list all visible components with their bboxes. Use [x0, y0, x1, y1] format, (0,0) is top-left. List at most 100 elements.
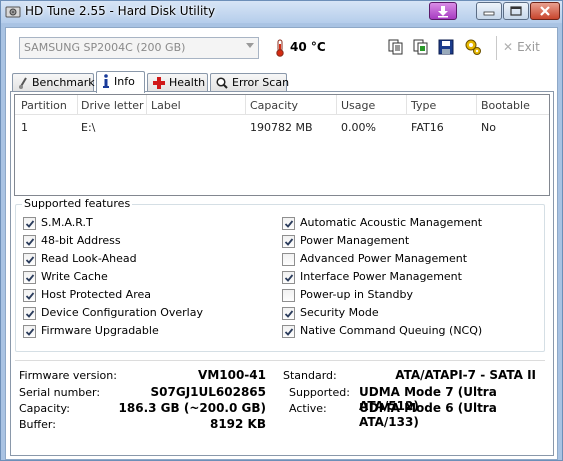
tab-info[interactable]: Info — [96, 71, 145, 93]
column-header-capacity[interactable]: Capacity — [250, 99, 298, 112]
exit-label: Exit — [517, 40, 540, 54]
temperature-readout: 40 °C — [290, 40, 326, 54]
column-divider — [77, 95, 78, 115]
options-icon[interactable] — [464, 38, 482, 56]
checkbox-unchecked[interactable] — [282, 289, 295, 302]
column-header-type[interactable]: Type — [411, 99, 436, 112]
checkbox-unchecked[interactable] — [282, 253, 295, 266]
tab-benchmark[interactable]: Benchmark — [12, 73, 95, 92]
tab-label: Error Scan — [232, 76, 290, 89]
column-divider — [406, 95, 407, 115]
down-arrow-icon — [438, 6, 448, 18]
feature-label: Host Protected Area — [41, 288, 151, 301]
close-icon — [540, 6, 550, 16]
maximize-icon — [510, 6, 522, 16]
active-value: UDMA Mode 6 (Ultra ATA/133) — [359, 401, 497, 429]
checkmark-icon — [25, 220, 35, 228]
client-area: SAMSUNG SP2004C (200 GB) 40 °C ✕ Exit Be… — [5, 27, 558, 460]
cell-bootable: No — [481, 121, 496, 134]
cell-capacity: 190782 MB — [250, 121, 313, 134]
checkbox-checked[interactable] — [23, 289, 36, 302]
drive-dropdown-value: SAMSUNG SP2004C (200 GB) — [24, 41, 186, 54]
firmware-value: VM100-41 — [198, 368, 266, 382]
feature-label: S.M.A.R.T — [41, 216, 93, 229]
tab-health[interactable]: Health — [147, 73, 208, 92]
feature-label: Security Mode — [300, 306, 379, 319]
checkmark-icon — [25, 328, 35, 336]
column-header-usage[interactable]: Usage — [341, 99, 375, 112]
firmware-label: Firmware version: — [19, 369, 117, 382]
info-panel: Partition Drive letter Label Capacity Us… — [10, 91, 554, 456]
serial-value: S07GJ1UL602865 — [150, 385, 267, 399]
tab-label: Info — [114, 75, 135, 88]
exit-icon: ✕ — [503, 40, 514, 54]
checkbox-checked[interactable] — [282, 217, 295, 230]
checkbox-checked[interactable] — [282, 271, 295, 284]
checkmark-icon — [284, 274, 294, 282]
divider — [15, 360, 545, 361]
checkbox-checked[interactable] — [23, 325, 36, 338]
checkbox-checked[interactable] — [23, 217, 36, 230]
minimize-icon — [483, 11, 495, 16]
checkmark-icon — [25, 256, 35, 264]
column-divider — [336, 95, 337, 115]
column-divider — [146, 95, 147, 115]
window-title: HD Tune 2.55 - Hard Disk Utility — [25, 4, 216, 18]
checkbox-checked[interactable] — [23, 235, 36, 248]
app-window: HD Tune 2.55 - Hard Disk Utility SAMSUNG… — [0, 0, 563, 461]
maximize-button[interactable] — [503, 2, 529, 20]
active-label: Active: — [289, 402, 327, 415]
standard-label: Standard: — [283, 369, 337, 382]
minimize-button[interactable] — [476, 2, 502, 20]
buffer-value: 8192 KB — [209, 417, 266, 431]
health-icon — [153, 77, 165, 89]
cell-usage: 0.00% — [341, 121, 376, 134]
partition-list[interactable]: Partition Drive letter Label Capacity Us… — [14, 94, 550, 196]
column-header-label[interactable]: Label — [151, 99, 181, 112]
info-icon — [103, 74, 109, 88]
download-arrow-button[interactable] — [429, 2, 457, 20]
checkmark-icon — [284, 328, 294, 336]
checkbox-checked[interactable] — [282, 235, 295, 248]
checkmark-icon — [25, 310, 35, 318]
checkbox-checked[interactable] — [23, 307, 36, 320]
feature-label: Power Management — [300, 234, 410, 247]
close-button[interactable] — [530, 2, 560, 20]
feature-label: 48-bit Address — [41, 234, 121, 247]
feature-label: Write Cache — [41, 270, 108, 283]
checkbox-checked[interactable] — [282, 307, 295, 320]
feature-label: Advanced Power Management — [300, 252, 468, 265]
feature-label: Automatic Acoustic Management — [300, 216, 483, 229]
group-title: Supported features — [22, 197, 133, 210]
copy-screenshot-icon[interactable] — [412, 38, 430, 56]
partition-list-header: Partition Drive letter Label Capacity Us… — [15, 95, 549, 115]
checkmark-icon — [25, 238, 35, 246]
supported-features-group: Supported features S.M.A.R.T 48-bit Addre… — [15, 197, 545, 352]
checkbox-checked[interactable] — [23, 253, 36, 266]
checkbox-checked[interactable] — [282, 325, 295, 338]
title-bar[interactable]: HD Tune 2.55 - Hard Disk Utility — [1, 1, 562, 23]
column-header-drive-letter[interactable]: Drive letter — [81, 99, 144, 112]
tab-label: Health — [169, 76, 206, 89]
column-divider — [476, 95, 477, 115]
benchmark-icon — [19, 77, 27, 89]
capacity-label: Capacity: — [19, 402, 70, 415]
error-scan-icon — [216, 77, 228, 89]
tab-error-scan[interactable]: Error Scan — [210, 73, 290, 92]
cell-drive-letter: E:\ — [81, 121, 96, 134]
feature-label: Power-up in Standby — [300, 288, 413, 301]
checkmark-icon — [284, 220, 294, 228]
drive-dropdown[interactable]: SAMSUNG SP2004C (200 GB) — [19, 37, 259, 59]
checkbox-checked[interactable] — [23, 271, 36, 284]
supported-label: Supported: — [289, 386, 350, 399]
serial-label: Serial number: — [19, 386, 101, 399]
column-header-partition[interactable]: Partition — [21, 99, 67, 112]
feature-label: Native Command Queuing (NCQ) — [300, 324, 483, 337]
column-header-bootable[interactable]: Bootable — [481, 99, 530, 112]
thermometer-icon — [276, 39, 284, 57]
checkmark-icon — [25, 274, 35, 282]
save-icon[interactable] — [437, 38, 455, 56]
copy-text-icon[interactable] — [387, 38, 405, 56]
exit-button[interactable]: ✕ Exit — [503, 40, 540, 54]
cell-partition: 1 — [21, 121, 28, 134]
